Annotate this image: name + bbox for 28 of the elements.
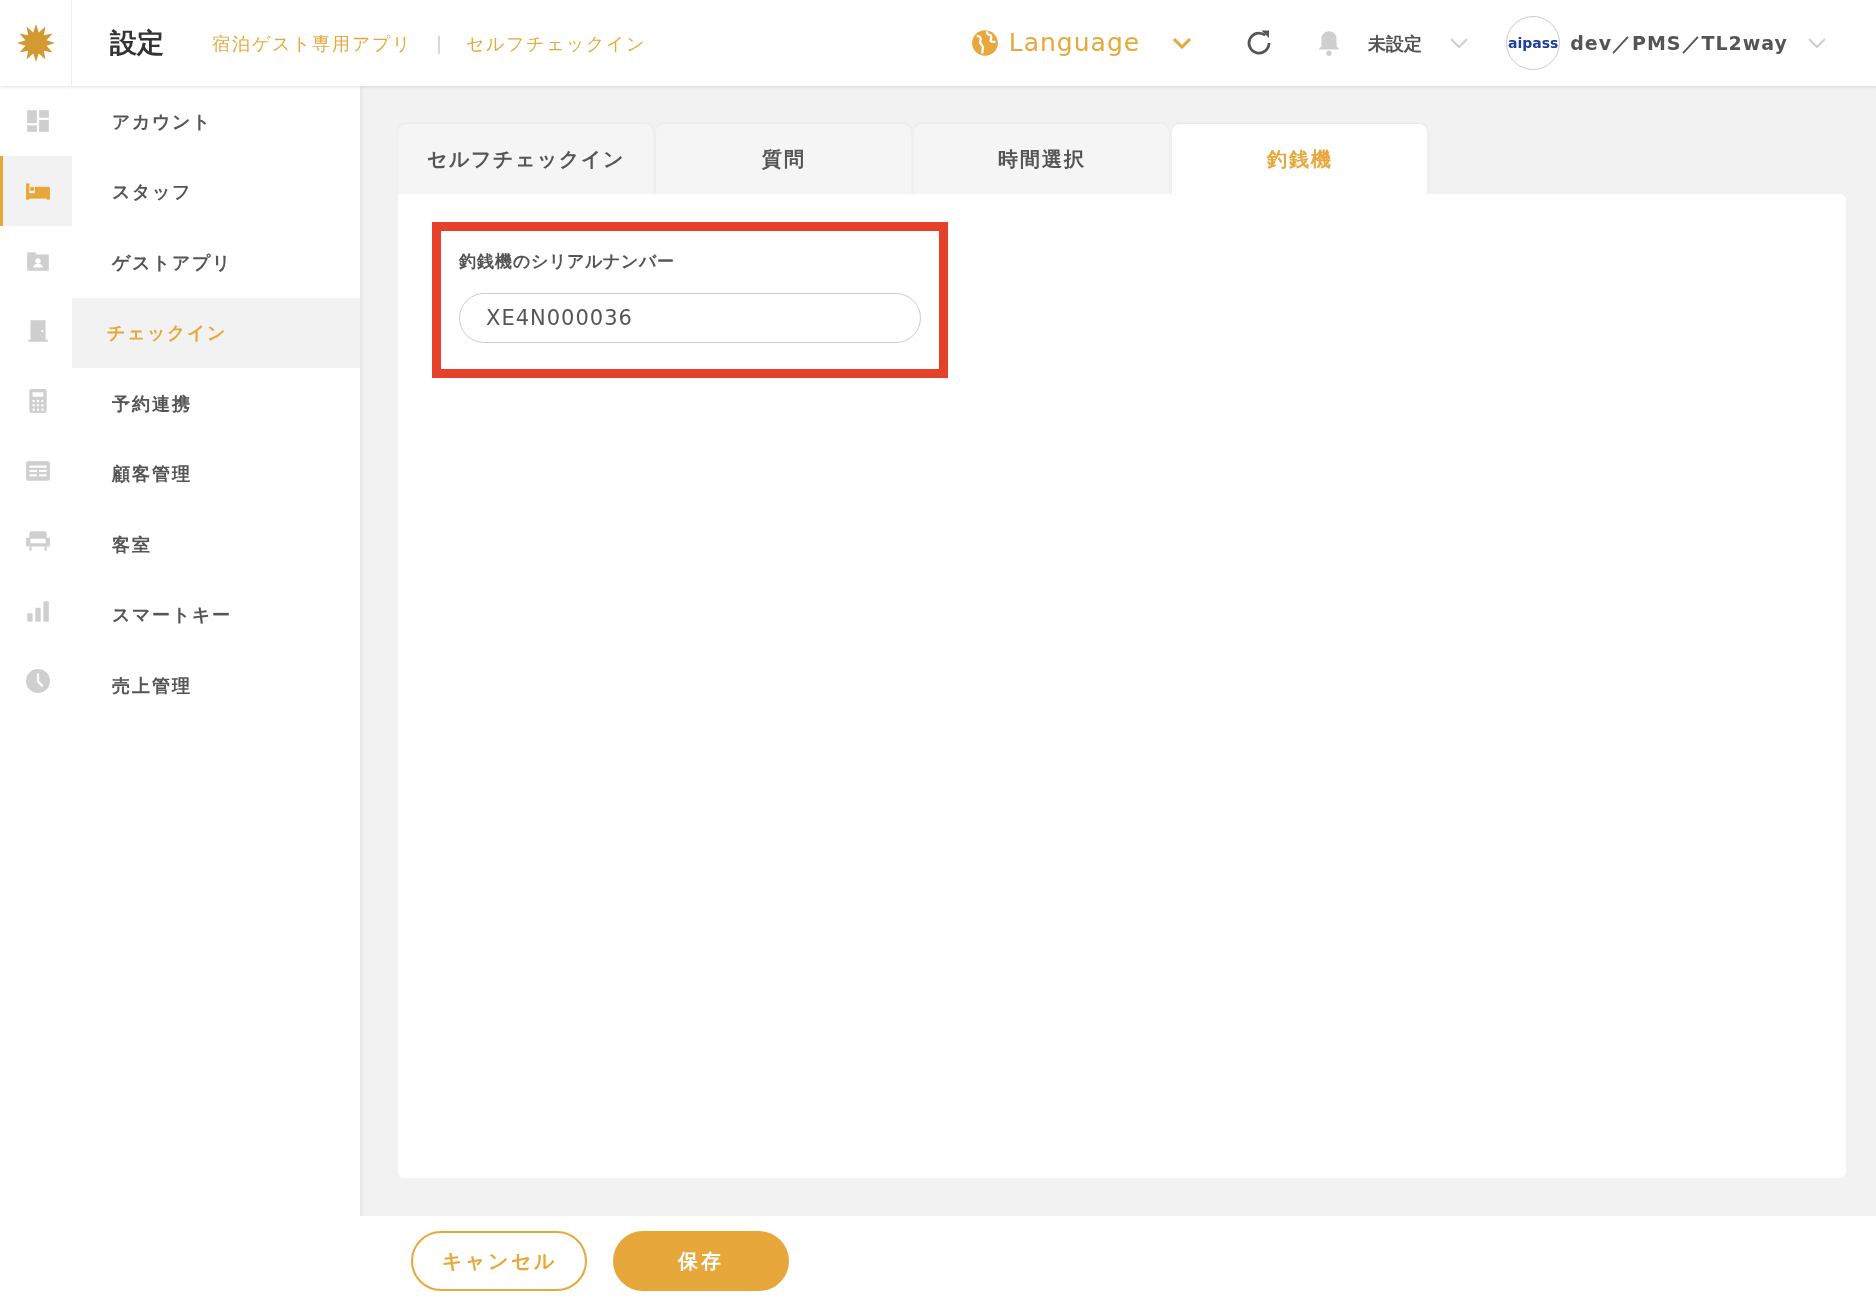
- chevron-down-icon: [1808, 37, 1826, 49]
- logo-icon: [15, 23, 56, 63]
- armchair-icon: [24, 528, 51, 554]
- chevron-down-icon: [1172, 37, 1193, 49]
- sidebar-item[interactable]: ゲストアプリ: [72, 227, 360, 298]
- account-menu[interactable]: aipass dev／PMS／TL2way: [1506, 16, 1826, 70]
- sidebar-item[interactable]: スタッフ: [72, 156, 360, 227]
- bar-chart-icon: [24, 598, 51, 624]
- sidebar-item[interactable]: アカウント: [72, 86, 360, 157]
- sidebar-item[interactable]: 予約連携: [72, 368, 360, 439]
- list-icon: [24, 458, 51, 484]
- sidebar-item[interactable]: スマートキー: [72, 579, 360, 650]
- field-label: 釣銭機のシリアルナンバー: [459, 250, 676, 273]
- chevron-down-icon: [1450, 37, 1469, 49]
- breadcrumb-separator: |: [436, 31, 443, 56]
- sidebar-item[interactable]: 客室: [72, 509, 360, 580]
- tab[interactable]: セルフチェックイン: [398, 124, 653, 194]
- tab[interactable]: 時間選択: [914, 124, 1169, 194]
- nav-rail-item[interactable]: [0, 156, 72, 226]
- status-dropdown[interactable]: 未設定: [1368, 29, 1469, 57]
- globe-icon: [970, 29, 999, 57]
- serial-number-field[interactable]: XE4N000036: [459, 292, 921, 343]
- clock-icon: [24, 668, 51, 694]
- sidebar-item[interactable]: 売上管理: [72, 650, 360, 721]
- tab[interactable]: 質問: [656, 124, 911, 194]
- sidebar-item[interactable]: 顧客管理: [72, 438, 360, 509]
- page-title: 設定: [110, 25, 164, 60]
- dashboard-icon: [24, 108, 51, 134]
